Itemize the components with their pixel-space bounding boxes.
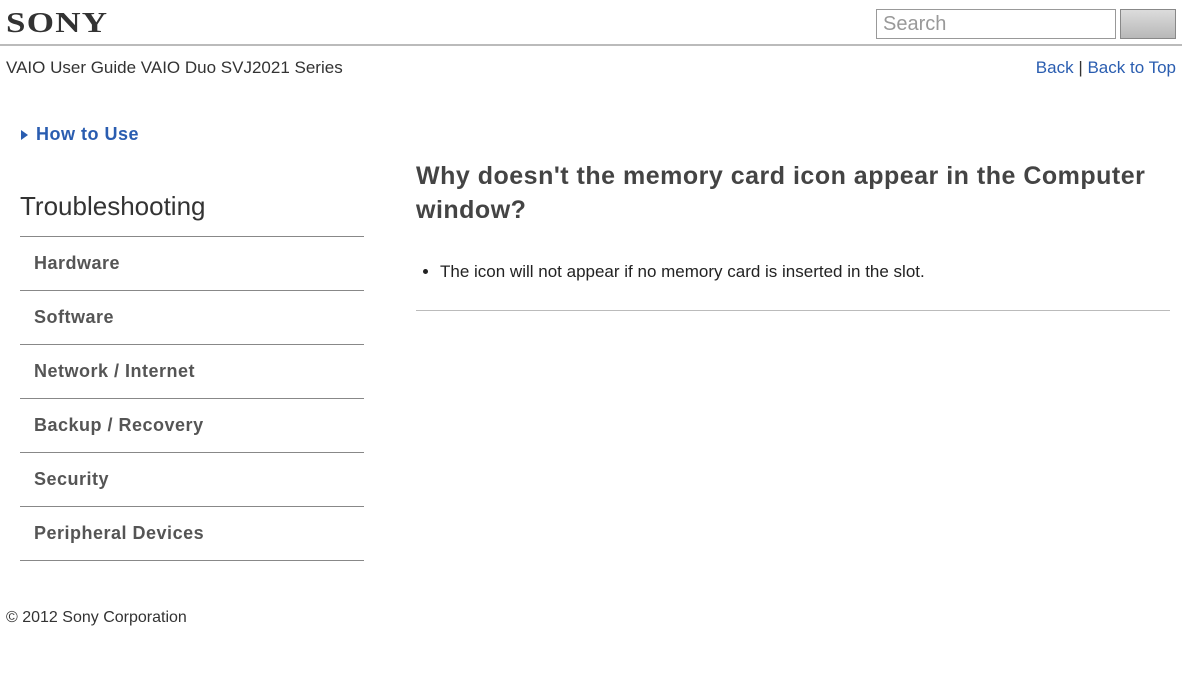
chevron-right-icon [20, 129, 30, 141]
search-wrap [876, 9, 1176, 39]
article-bullet-list: The icon will not appear if no memory ca… [416, 258, 1170, 286]
how-to-use-link[interactable]: How to Use [20, 124, 364, 145]
how-to-use-label: How to Use [36, 124, 139, 145]
search-input[interactable] [876, 9, 1116, 39]
sidebar-section-title: Troubleshooting [20, 191, 364, 237]
sidebar-item-label[interactable]: Security [20, 453, 364, 506]
sidebar-item-security[interactable]: Security [20, 453, 364, 507]
sidebar-item-network[interactable]: Network / Internet [20, 345, 364, 399]
sidebar-item-label[interactable]: Peripheral Devices [20, 507, 364, 560]
article-title: Why doesn't the memory card icon appear … [416, 160, 1170, 228]
sidebar-item-label[interactable]: Hardware [20, 237, 364, 290]
sidebar-list: Hardware Software Network / Internet Bac… [20, 237, 364, 561]
content-wrap: How to Use Troubleshooting Hardware Soft… [0, 84, 1182, 561]
sidebar-item-software[interactable]: Software [20, 291, 364, 345]
sony-logo: SONY [6, 8, 108, 40]
sidebar-item-hardware[interactable]: Hardware [20, 237, 364, 291]
article-body: The icon will not appear if no memory ca… [416, 258, 1170, 311]
search-button[interactable] [1120, 9, 1176, 39]
main-content: Why doesn't the memory card icon appear … [380, 124, 1182, 561]
sidebar-item-label[interactable]: Network / Internet [20, 345, 364, 398]
back-to-top-link[interactable]: Back to Top [1087, 58, 1176, 77]
sidebar: How to Use Troubleshooting Hardware Soft… [0, 124, 380, 561]
top-links: Back | Back to Top [1036, 58, 1176, 78]
sidebar-item-label[interactable]: Software [20, 291, 364, 344]
article-bullet: The icon will not appear if no memory ca… [440, 258, 1170, 286]
footer: © 2012 Sony Corporation [0, 561, 1182, 627]
back-link[interactable]: Back [1036, 58, 1074, 77]
sidebar-item-backup[interactable]: Backup / Recovery [20, 399, 364, 453]
subheader: VAIO User Guide VAIO Duo SVJ2021 Series … [0, 46, 1182, 84]
sidebar-item-peripheral[interactable]: Peripheral Devices [20, 507, 364, 561]
header-bar: SONY [0, 0, 1182, 46]
sidebar-item-label[interactable]: Backup / Recovery [20, 399, 364, 452]
article-divider [416, 310, 1170, 311]
separator: | [1074, 58, 1088, 77]
breadcrumb: VAIO User Guide VAIO Duo SVJ2021 Series [6, 58, 343, 78]
copyright: © 2012 Sony Corporation [6, 609, 187, 626]
